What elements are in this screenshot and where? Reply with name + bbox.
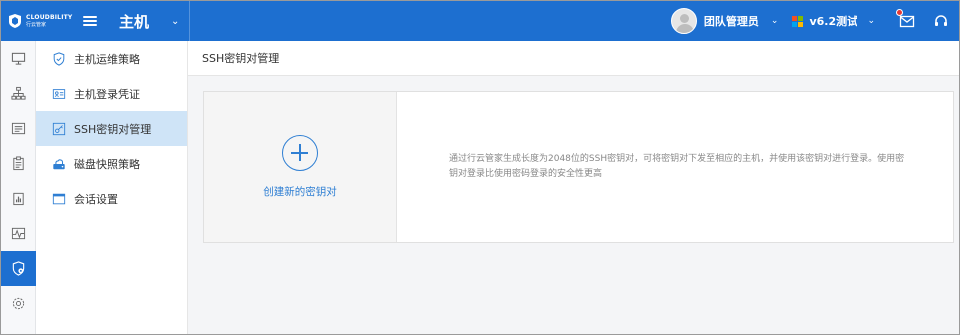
- message-icon[interactable]: [896, 9, 915, 29]
- menu-item-label: 会话设置: [74, 192, 118, 206]
- rail-item-security[interactable]: [1, 251, 36, 286]
- main-content: SSH密钥对管理 创建新的密钥对 通过行云管家生成长度为2048位的SSH密钥对…: [188, 41, 959, 334]
- menu-item-label: 主机登录凭证: [74, 87, 140, 101]
- plus-circle-icon: [282, 135, 318, 171]
- rail-item-monitor[interactable]: [1, 41, 36, 76]
- shield-check-icon: [53, 51, 65, 66]
- module-title: 主机: [119, 12, 150, 31]
- win-tile: [798, 15, 804, 21]
- logo-icon: [9, 14, 21, 28]
- rail-item-activity[interactable]: [1, 216, 36, 251]
- menu-item-label: 磁盘快照策略: [74, 157, 140, 171]
- report-icon: [13, 192, 24, 206]
- rail-item-clipboard[interactable]: [1, 146, 36, 181]
- create-key-pair-label: 创建新的密钥对: [263, 186, 337, 198]
- notification-dot: [896, 9, 903, 16]
- list-box-icon: [11, 122, 26, 135]
- id-card-icon: [52, 88, 66, 99]
- rail-item-report[interactable]: [1, 181, 36, 216]
- menu-item-session-settings[interactable]: 会话设置: [36, 181, 187, 216]
- avatar[interactable]: [670, 8, 697, 34]
- ssh-key-card: 创建新的密钥对 通过行云管家生成长度为2048位的SSH密钥对，可将密钥对下发至…: [203, 91, 954, 243]
- key-pair-description: 通过行云管家生成长度为2048位的SSH密钥对，可将密钥对下发至相应的主机，并使…: [449, 154, 905, 179]
- org-tree-icon: [11, 86, 26, 100]
- menu-item-label: 主机运维策略: [74, 52, 140, 66]
- rail-item-settings[interactable]: [1, 286, 36, 321]
- page-title: SSH密钥对管理: [188, 41, 959, 76]
- menu-item-disk-snapshot[interactable]: 磁盘快照策略: [36, 146, 187, 181]
- shield-gear-icon: [12, 261, 25, 276]
- divider: [189, 1, 191, 41]
- gear-icon: [12, 297, 25, 310]
- rail-item-org[interactable]: [1, 76, 36, 111]
- headset-icon[interactable]: [933, 13, 949, 29]
- menu-item-ssh-keys[interactable]: SSH密钥对管理: [36, 111, 187, 146]
- sub-menu: 主机运维策略 主机登录凭证 SSH密钥对管理 磁盘快照策略 会话设置: [36, 41, 188, 334]
- version-label[interactable]: v6.2测试: [809, 13, 857, 29]
- app-window: CLOUDBILITY 行云管家 主机 ⌄ 团队管理员 ⌄ v6.2测试 ⌄ 主…: [0, 0, 960, 335]
- version-chevron-icon[interactable]: ⌄: [867, 16, 875, 26]
- icon-rail: [1, 41, 36, 334]
- menu-toggle-icon[interactable]: [83, 14, 97, 28]
- key-icon: [52, 122, 66, 135]
- menu-item-login-credentials[interactable]: 主机登录凭证: [36, 76, 187, 111]
- logo-text-en: CLOUDBILITY: [26, 13, 73, 21]
- activity-icon: [11, 227, 26, 240]
- create-key-pair-button[interactable]: 创建新的密钥对: [204, 92, 397, 242]
- user-menu-chevron-icon[interactable]: ⌄: [771, 16, 779, 26]
- clipboard-icon: [13, 156, 24, 171]
- window-icon: [52, 193, 66, 204]
- top-bar: CLOUDBILITY 行云管家 主机 ⌄ 团队管理员 ⌄ v6.2测试 ⌄: [1, 1, 959, 41]
- disk-cloud-icon: [53, 158, 65, 169]
- monitor-icon: [11, 52, 26, 65]
- win-tile: [792, 15, 798, 21]
- chevron-down-icon[interactable]: ⌄: [171, 16, 179, 27]
- menu-item-ops-policy[interactable]: 主机运维策略: [36, 41, 187, 76]
- win-tile: [798, 21, 804, 27]
- windows-logo-icon: [792, 15, 804, 27]
- win-tile: [792, 21, 798, 27]
- rail-item-list[interactable]: [1, 111, 36, 146]
- logo-text-cn: 行云管家: [26, 21, 47, 28]
- menu-item-label: SSH密钥对管理: [74, 122, 152, 136]
- brand-logo[interactable]: CLOUDBILITY 行云管家: [1, 1, 79, 41]
- user-name[interactable]: 团队管理员: [704, 13, 759, 29]
